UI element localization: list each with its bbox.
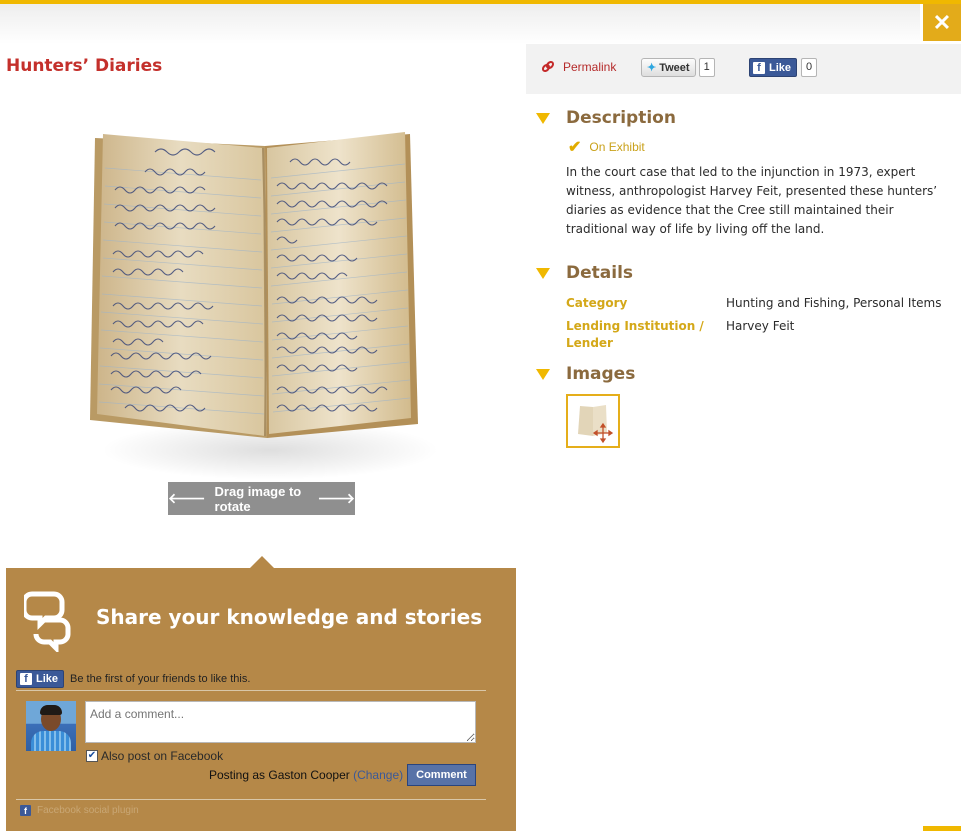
fb-plugin-label: Facebook social plugin: [37, 805, 139, 816]
page-title: Hunters’ Diaries: [6, 56, 163, 76]
on-exhibit-status: ✔ On Exhibit: [568, 137, 645, 157]
description-section-toggle[interactable]: Description: [536, 108, 676, 128]
image-thumbnail[interactable]: [566, 394, 620, 448]
triangle-down-icon: [536, 112, 550, 124]
detail-value-lender: Harvey Feit: [726, 319, 795, 333]
rotate-label: Drag image to rotate: [214, 483, 302, 514]
tweet-widget: ✦ Tweet 1: [641, 58, 715, 77]
top-shadow: [0, 4, 920, 44]
fb-social-plugin[interactable]: f Facebook social plugin: [20, 805, 139, 816]
close-button[interactable]: ✕: [923, 4, 961, 41]
description-text: In the court case that led to the injunc…: [566, 165, 938, 236]
triangle-down-icon: [536, 267, 550, 279]
images-heading: Images: [566, 364, 636, 384]
diary-thumbnail-image: [578, 405, 614, 444]
also-post-checkbox[interactable]: ✔: [86, 750, 98, 762]
tweet-button[interactable]: ✦ Tweet: [641, 58, 696, 77]
also-post-option: ✔ Also post on Facebook: [86, 749, 223, 763]
avatar: [26, 701, 76, 751]
permalink-label: Permalink: [563, 60, 617, 74]
twitter-bird-icon: ✦: [647, 62, 657, 74]
posting-as: Posting as Gaston Cooper (Change): [209, 768, 403, 782]
tweet-label: Tweet: [659, 61, 690, 74]
permalink-link[interactable]: Permalink: [541, 60, 616, 74]
details-heading: Details: [566, 263, 634, 283]
fb-comment-box: ✔ Also post on Facebook Posting as Gasto…: [16, 690, 486, 800]
page: ✕ Hunters’ Diaries 🡐 Drag image to rotat…: [0, 0, 961, 831]
share-panel: Share your knowledge and stories f Like …: [6, 568, 516, 831]
fb-like-button[interactable]: f Like: [16, 670, 65, 688]
diary-image[interactable]: [85, 128, 425, 448]
fb-like-row: f Like Be the first of your friends to l…: [16, 670, 250, 688]
description-heading: Description: [566, 108, 676, 128]
close-icon: ✕: [932, 10, 952, 35]
like-count: 0: [801, 58, 818, 77]
drag-to-rotate-hint[interactable]: 🡐 Drag image to rotate 🡒: [168, 482, 355, 515]
bottom-accent-bar: [923, 826, 961, 831]
facebook-icon: f: [20, 805, 31, 816]
fb-like-text: Be the first of your friends to like thi…: [70, 673, 251, 685]
fb-like-label: Like: [36, 673, 59, 685]
speech-bubbles-icon: [24, 591, 71, 652]
share-panel-notch: [250, 556, 274, 568]
comment-button[interactable]: Comment: [407, 764, 476, 786]
detail-label-category: Category: [566, 296, 628, 310]
check-icon: ✔: [568, 139, 582, 156]
status-label: On Exhibit: [589, 140, 645, 154]
fb-like-top-label: Like: [769, 61, 792, 74]
fb-like-widget: f Like 0: [749, 58, 818, 77]
social-bar: Permalink ✦ Tweet 1 f Like 0: [526, 44, 961, 94]
link-icon: [541, 60, 555, 73]
share-title: Share your knowledge and stories: [96, 605, 483, 629]
change-account-link[interactable]: (Change): [353, 768, 403, 782]
details-section-toggle[interactable]: Details: [536, 263, 633, 283]
detail-value-category: Hunting and Fishing, Personal Items: [726, 296, 942, 310]
posting-as-text: Posting as Gaston Cooper: [209, 768, 350, 782]
triangle-down-icon: [536, 368, 550, 380]
arrow-right-icon: 🡒: [317, 490, 355, 506]
also-post-label: Also post on Facebook: [101, 749, 224, 763]
arrow-left-icon: 🡐: [168, 490, 206, 506]
tweet-count: 1: [698, 58, 715, 77]
facebook-icon: f: [753, 61, 765, 74]
detail-label-lender: Lending Institution / Lender: [566, 319, 704, 350]
images-section-toggle[interactable]: Images: [536, 364, 635, 384]
facebook-icon: f: [20, 673, 32, 685]
fb-like-button-top[interactable]: f Like: [749, 58, 798, 77]
comment-input[interactable]: [85, 701, 476, 743]
